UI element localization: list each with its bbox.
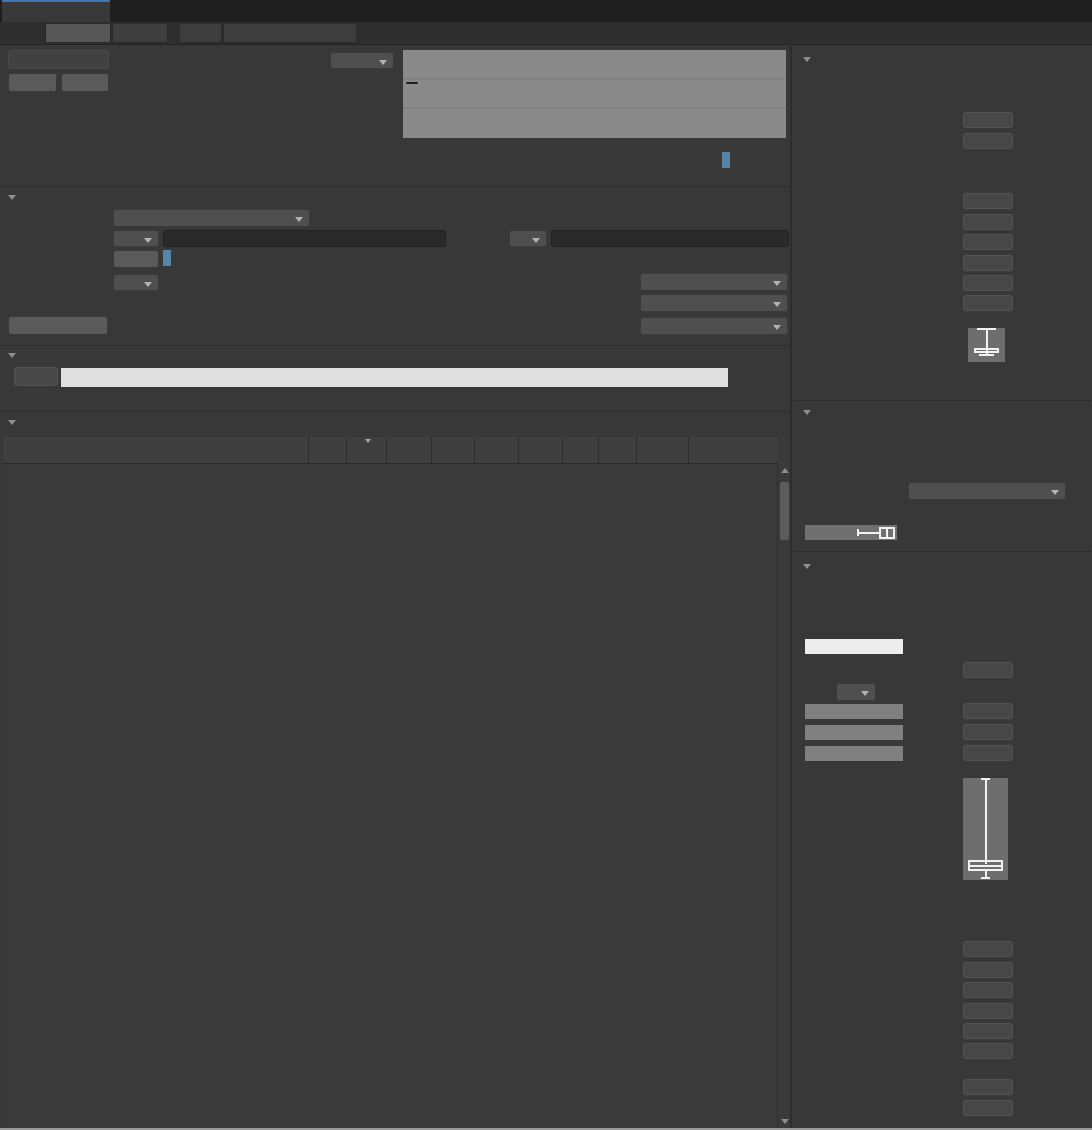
graph-range-dropdown[interactable] — [330, 52, 394, 69]
col-max[interactable] — [518, 437, 562, 463]
stat-frame-button[interactable] — [963, 982, 1013, 998]
stat-frame-button[interactable] — [963, 1003, 1013, 1019]
thread-selection-badge[interactable] — [163, 250, 171, 266]
median-frame-button[interactable] — [14, 367, 58, 386]
stat-frame-button[interactable] — [963, 255, 1013, 271]
stat-frame-button[interactable] — [963, 193, 1013, 209]
frame-histogram — [805, 328, 950, 370]
stat-frame-button[interactable] — [963, 1079, 1013, 1095]
top-frame-button[interactable] — [963, 703, 1013, 719]
analysis-type-dropdown[interactable] — [640, 273, 788, 291]
sort-arrow-icon — [365, 439, 371, 443]
graph-x-axis — [403, 139, 786, 153]
col-median-graph[interactable] — [386, 437, 431, 463]
load-button[interactable] — [8, 73, 57, 92]
units-dropdown[interactable] — [640, 294, 788, 312]
col-median[interactable] — [346, 437, 386, 463]
stat-frame-button[interactable] — [963, 214, 1013, 230]
top-frame-bar — [805, 746, 903, 761]
col-depth[interactable] — [308, 437, 346, 463]
divider — [0, 186, 791, 187]
mode-single-button[interactable] — [45, 23, 111, 43]
pull-data-button[interactable] — [8, 50, 109, 69]
frame-time-graph[interactable] — [403, 50, 786, 138]
thread-summary-header[interactable] — [803, 406, 817, 420]
divider — [793, 551, 1090, 552]
stat-frame-button[interactable] — [963, 1043, 1013, 1059]
first-frame-button[interactable] — [963, 662, 1013, 678]
analyze-button[interactable] — [8, 316, 108, 335]
exclude-mode-dropdown[interactable] — [509, 230, 547, 247]
col-at-median-frame[interactable] — [688, 437, 778, 463]
stat-frame-button[interactable] — [963, 1100, 1013, 1116]
divider — [793, 400, 1090, 401]
thread-select-button[interactable] — [113, 250, 159, 268]
top-n-dropdown[interactable] — [836, 683, 876, 701]
col-marker-name[interactable] — [3, 437, 308, 463]
col-range[interactable] — [562, 437, 598, 463]
top10-marker-bar — [61, 368, 728, 387]
remove-dropdown[interactable] — [113, 209, 310, 227]
marker-boxplot — [963, 778, 1008, 880]
col-min[interactable] — [474, 437, 518, 463]
col-count-frame[interactable] — [636, 437, 688, 463]
top-frame-bar — [805, 704, 903, 719]
marker-columns-dropdown[interactable] — [640, 317, 788, 335]
divider — [0, 345, 791, 346]
thread-range-bar — [805, 525, 897, 540]
save-button[interactable] — [61, 73, 109, 92]
marker-histogram — [805, 778, 950, 862]
frame-boxplot — [968, 328, 1005, 362]
stat-frame-button[interactable] — [963, 1023, 1013, 1039]
open-profiler-window-button[interactable] — [223, 23, 357, 43]
name-filter-mode-dropdown[interactable] — [113, 230, 159, 247]
scroll-down-icon[interactable] — [781, 1119, 789, 1124]
marker-details-table — [3, 437, 791, 1128]
contribution-bar — [805, 639, 903, 654]
scrollbar-thumb[interactable] — [780, 482, 789, 540]
mode-compare-button[interactable] — [112, 23, 168, 43]
marker-summary-header[interactable] — [803, 560, 817, 574]
start-frame-button[interactable] — [963, 112, 1013, 128]
selected-marker-badge[interactable] — [722, 152, 730, 168]
top10-section-header[interactable] — [8, 349, 22, 363]
depth-slice-dropdown[interactable] — [113, 274, 159, 291]
filters-section-header[interactable] — [8, 191, 22, 205]
top-frame-button[interactable] — [963, 745, 1013, 761]
stat-frame-button[interactable] — [963, 275, 1013, 291]
exclude-names-input[interactable] — [551, 230, 789, 247]
stat-frame-button[interactable] — [963, 295, 1013, 311]
top-frame-bar — [805, 725, 903, 740]
stat-frame-button[interactable] — [963, 234, 1013, 250]
top-frame-button[interactable] — [963, 724, 1013, 740]
window-tab[interactable] — [2, 0, 110, 22]
divider — [0, 411, 791, 412]
name-filter-input[interactable] — [163, 230, 446, 247]
col-mean[interactable] — [431, 437, 474, 463]
graph-scale-dropdown[interactable] — [908, 482, 1066, 500]
col-count[interactable] — [598, 437, 636, 463]
stat-frame-button[interactable] — [963, 962, 1013, 978]
table-scrollbar[interactable] — [777, 464, 791, 1128]
graph-tooltip — [406, 82, 418, 84]
scroll-up-icon[interactable] — [781, 468, 789, 473]
table-header-row — [3, 437, 778, 464]
summary-pane — [793, 0, 1090, 1128]
export-button[interactable] — [179, 23, 222, 43]
marker-details-header[interactable] — [8, 416, 22, 430]
frame-summary-header[interactable] — [803, 53, 817, 67]
end-frame-button[interactable] — [963, 133, 1013, 149]
stat-frame-button[interactable] — [963, 941, 1013, 957]
table-body — [3, 464, 778, 1128]
pane-divider — [790, 44, 792, 1128]
frame-time-chart — [403, 50, 786, 138]
